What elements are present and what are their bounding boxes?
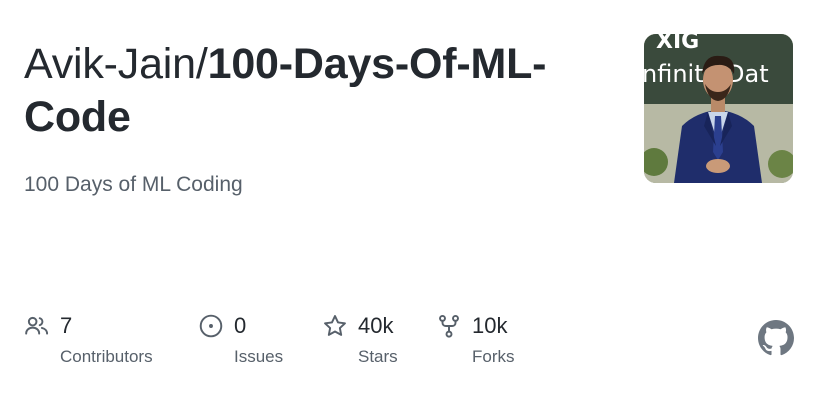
stat-stars[interactable]: 40k Stars — [322, 312, 398, 368]
stars-count: 40k — [358, 313, 394, 338]
repo-title[interactable]: Avik-Jain/100-Days-Of-ML-Code — [24, 38, 604, 144]
issues-count: 0 — [234, 313, 247, 338]
owner-avatar[interactable]: nfinite Dat XIG — [644, 34, 793, 183]
stat-contributors[interactable]: 7 Contributors — [24, 312, 153, 368]
github-logo-icon[interactable] — [758, 320, 794, 356]
issue-opened-icon — [198, 313, 224, 339]
people-icon — [24, 313, 50, 339]
forks-count: 10k — [472, 313, 508, 338]
repo-social-card: Avik-Jain/100-Days-Of-ML-Code 100 Days o… — [0, 0, 815, 413]
stars-label: Stars — [358, 347, 398, 366]
stat-forks[interactable]: 10k Forks — [436, 312, 515, 368]
contributors-label: Contributors — [60, 347, 153, 366]
star-icon — [322, 313, 348, 339]
avatar-photo: nfinite Dat XIG — [644, 34, 793, 183]
avatar-banner-text-top: XIG — [656, 34, 699, 54]
repo-description: 100 Days of ML Coding — [24, 173, 243, 196]
repo-owner[interactable]: Avik-Jain/ — [24, 40, 208, 88]
contributors-count: 7 — [60, 313, 73, 338]
issues-label: Issues — [234, 347, 284, 366]
repo-forked-icon — [436, 313, 462, 339]
repo-stats: 7 Contributors 0 Issues 40k Stars 10k Fo… — [24, 312, 584, 372]
stat-issues[interactable]: 0 Issues — [198, 312, 283, 368]
forks-label: Forks — [472, 347, 515, 366]
